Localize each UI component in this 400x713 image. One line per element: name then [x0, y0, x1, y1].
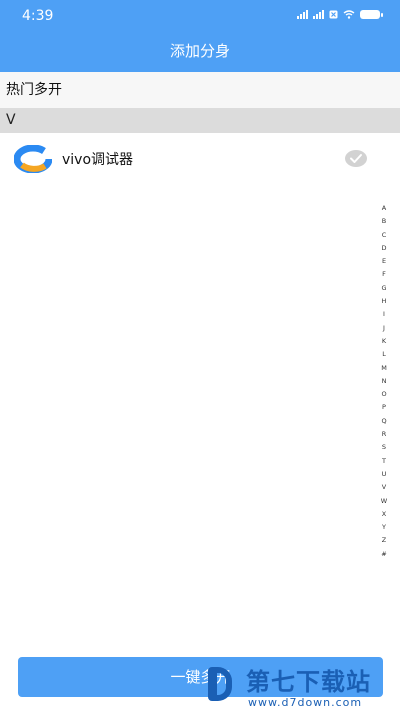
index-letter[interactable]: #: [377, 548, 391, 561]
index-letter[interactable]: L: [377, 348, 391, 361]
index-letter[interactable]: H: [377, 295, 391, 308]
alphabet-index[interactable]: A B C D E F G H I J K L M N O P Q R S T U V W X Y Z #: [377, 202, 391, 561]
no-sim-icon: [329, 10, 338, 19]
signal-icon: [297, 10, 308, 19]
index-letter[interactable]: N: [377, 375, 391, 388]
index-letter[interactable]: G: [377, 282, 391, 295]
index-letter[interactable]: U: [377, 468, 391, 481]
signal-2-icon: [313, 10, 324, 19]
checkmark-icon[interactable]: [345, 150, 367, 167]
app-header: 4:39 添加分身: [0, 0, 400, 72]
index-letter[interactable]: M: [377, 362, 391, 375]
index-letter[interactable]: T: [377, 455, 391, 468]
watermark-url: www.d7down.com: [248, 696, 363, 709]
index-letter[interactable]: D: [377, 242, 391, 255]
index-letter[interactable]: B: [377, 215, 391, 228]
index-letter[interactable]: A: [377, 202, 391, 215]
status-icons: [297, 10, 383, 19]
index-letter[interactable]: Q: [377, 415, 391, 428]
index-letter[interactable]: W: [377, 495, 391, 508]
index-letter[interactable]: K: [377, 335, 391, 348]
app-name: vivo调试器: [62, 152, 134, 168]
index-letter[interactable]: X: [377, 508, 391, 521]
index-letter[interactable]: E: [377, 255, 391, 268]
index-letter[interactable]: J: [377, 322, 391, 335]
index-letter[interactable]: Z: [377, 534, 391, 547]
index-letter[interactable]: P: [377, 401, 391, 414]
index-letter[interactable]: R: [377, 428, 391, 441]
index-letter[interactable]: F: [377, 268, 391, 281]
section-header-v: V: [0, 108, 400, 133]
status-time: 4:39: [22, 8, 54, 24]
index-letter[interactable]: I: [377, 308, 391, 321]
battery-icon: [360, 10, 383, 19]
vivo-debugger-icon: [14, 145, 52, 173]
index-letter[interactable]: O: [377, 388, 391, 401]
watermark-logo-icon: [206, 663, 240, 703]
page-title: 添加分身: [169, 42, 230, 60]
index-letter[interactable]: Y: [377, 521, 391, 534]
index-letter[interactable]: C: [377, 229, 391, 242]
hot-section-header: 热门多开: [0, 72, 400, 108]
index-letter[interactable]: V: [377, 481, 391, 494]
watermark-title: 第七下载站: [246, 668, 371, 696]
wifi-icon: [343, 10, 355, 19]
app-list-item[interactable]: vivo调试器: [0, 135, 400, 181]
index-letter[interactable]: S: [377, 441, 391, 454]
watermark: 第七下载站 www.d7down.com: [206, 660, 396, 712]
